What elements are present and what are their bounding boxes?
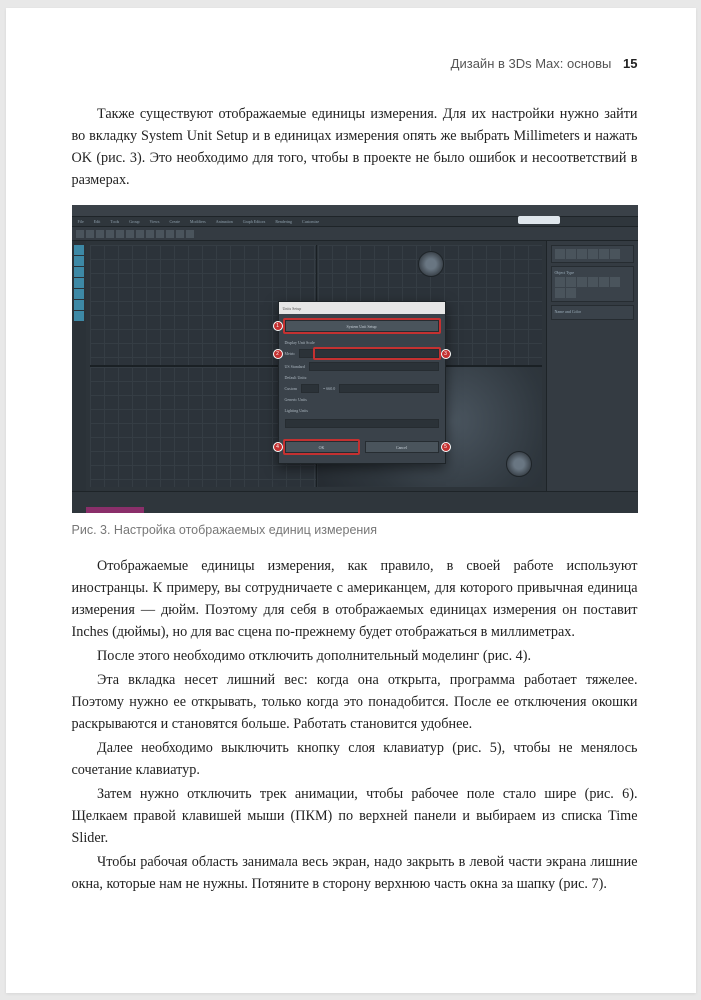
lighting-label: Lighting Units (285, 408, 439, 413)
status-bar (72, 491, 638, 513)
menu-item: Edit (94, 219, 101, 224)
callout-3: 3 (441, 349, 451, 359)
object-button (566, 277, 576, 287)
cancel-button: Cancel (365, 441, 439, 453)
ok-button: OK (285, 441, 359, 453)
panel-tab-icon (599, 249, 609, 259)
callout-1: 1 (273, 321, 283, 331)
panel-tab-icon (577, 249, 587, 259)
viewcube-icon (506, 451, 532, 477)
paragraph-6: Затем нужно отключить трек анимации, что… (72, 783, 638, 849)
toolbar-icon (76, 230, 84, 238)
toolbar-icon (156, 230, 164, 238)
left-toolbar (72, 241, 86, 491)
custom-unit-dropdown (339, 384, 438, 393)
menu-item: Create (169, 219, 179, 224)
radio-custom: Custom (285, 386, 297, 391)
tool-icon (74, 311, 84, 321)
search-box (518, 216, 560, 224)
object-button (599, 277, 609, 287)
tool-icon (74, 289, 84, 299)
toolbar-icon (116, 230, 124, 238)
menu-item: Views (149, 219, 159, 224)
paragraph-3: После этого необходимо отключить дополни… (72, 645, 638, 667)
object-button (577, 277, 587, 287)
custom-eq: = 660.0 (323, 386, 335, 391)
radio-generic: Generic Units (285, 397, 439, 402)
menu-item: Animation (216, 219, 233, 224)
command-panel: Object Type Name and Color (546, 241, 638, 491)
radio-metric: Metric (285, 351, 296, 356)
tool-icon (74, 245, 84, 255)
panel-tab-icon (555, 249, 565, 259)
menu-item: Modifiers (190, 219, 206, 224)
callout-2: 2 (273, 349, 283, 359)
group-label: Display Unit Scale (285, 340, 439, 345)
object-button (555, 288, 565, 298)
custom-field (301, 384, 319, 393)
paragraph-4: Эта вкладка несет лишний вес: когда она … (72, 669, 638, 735)
paragraph-2: Отображаемые единицы измерения, как прав… (72, 555, 638, 643)
chapter-title: Дизайн в 3Ds Max: основы (451, 56, 612, 71)
tool-icon (74, 300, 84, 310)
toolbar-icon (186, 230, 194, 238)
panel-section-label: Object Type (555, 270, 630, 275)
radio-us: US Standard (285, 364, 305, 369)
toolbar-icon (96, 230, 104, 238)
dialog-title: Units Setup (283, 306, 302, 311)
figure-caption: Рис. 3. Настройка отображаемых единиц из… (72, 523, 638, 537)
callout-5: 5 (441, 442, 451, 452)
paragraph-1: Также существуют отображаемые единицы из… (72, 103, 638, 191)
figure-3: File Edit Tools Group Views Create Modif… (72, 205, 638, 537)
page: Дизайн в 3Ds Max: основы 15 Также сущест… (6, 8, 696, 993)
toolbar-icon (136, 230, 144, 238)
panel-tab-icon (566, 249, 576, 259)
paragraph-5: Далее необходимо выключить кнопку слоя к… (72, 737, 638, 781)
panel-tab-icon (588, 249, 598, 259)
toolbar-icon (126, 230, 134, 238)
menu-item: Tools (110, 219, 119, 224)
menu-item: Graph Editors (243, 219, 266, 224)
us-dropdown (309, 362, 439, 371)
menu-item: Customize (302, 219, 319, 224)
metric-dropdown (299, 349, 438, 358)
system-unit-setup-button: System Unit Setup (285, 320, 439, 332)
viewports: Units Setup 1 System Unit Setup Display … (86, 241, 546, 491)
object-button (610, 277, 620, 287)
app-workspace: Units Setup 1 System Unit Setup Display … (72, 241, 638, 491)
viewcube-icon (418, 251, 444, 277)
toolbar-icon (106, 230, 114, 238)
lighting-dropdown (285, 419, 439, 428)
toolbar-icon (166, 230, 174, 238)
tool-icon (74, 278, 84, 288)
page-number: 15 (623, 56, 637, 71)
object-button (566, 288, 576, 298)
dialog-titlebar: Units Setup (279, 302, 445, 314)
screenshot-3dsmax: File Edit Tools Group Views Create Modif… (72, 205, 638, 513)
menu-item: Group (129, 219, 139, 224)
default-units-label: Default Units: (285, 375, 439, 380)
toolbar-icon (86, 230, 94, 238)
menu-item: File (78, 219, 84, 224)
app-toolbar (72, 227, 638, 241)
running-header: Дизайн в 3Ds Max: основы 15 (72, 56, 638, 71)
units-setup-dialog: Units Setup 1 System Unit Setup Display … (278, 301, 446, 464)
panel-tab-icon (610, 249, 620, 259)
object-button (555, 277, 565, 287)
panel-section-label: Name and Color (555, 309, 630, 314)
callout-4: 4 (273, 442, 283, 452)
toolbar-icon (176, 230, 184, 238)
object-button (588, 277, 598, 287)
maxscript-bar (86, 507, 144, 513)
tool-icon (74, 256, 84, 266)
toolbar-icon (146, 230, 154, 238)
menu-item: Rendering (275, 219, 292, 224)
paragraph-7: Чтобы рабочая область занимала весь экра… (72, 851, 638, 895)
tool-icon (74, 267, 84, 277)
